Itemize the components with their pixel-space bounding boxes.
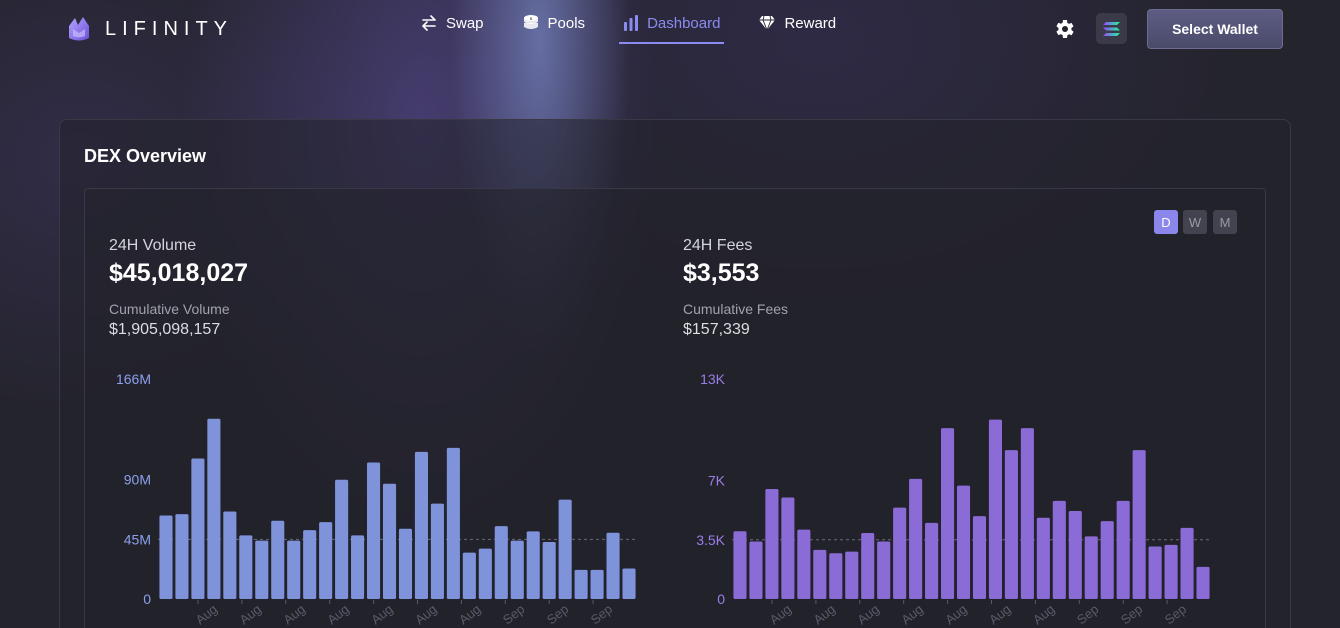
fees-bar[interactable] <box>861 533 875 599</box>
fees-bar[interactable] <box>797 529 811 599</box>
fees-bar[interactable] <box>988 419 1002 599</box>
fees-x-tick-label: Sep <box>1162 601 1189 627</box>
fees-x-tick-label: Sep <box>1074 601 1101 627</box>
fees-bar[interactable] <box>733 531 747 599</box>
fees-bar[interactable] <box>1084 536 1098 599</box>
fees-x-tick-label: Aug <box>942 601 969 627</box>
fees-bar[interactable] <box>813 549 827 599</box>
fees-x-tick-label: Aug <box>767 601 794 627</box>
fees-bar[interactable] <box>1180 527 1194 599</box>
fees-bar[interactable] <box>1164 544 1178 599</box>
fees-x-tick-label: Aug <box>898 601 925 627</box>
fees-bar[interactable] <box>1196 566 1210 599</box>
fees-y-tick-label: 7K <box>708 473 726 489</box>
fees-bar[interactable] <box>765 489 779 599</box>
fees-x-tick-label: Aug <box>1030 601 1057 627</box>
fees-bar[interactable] <box>877 541 891 599</box>
fees-bar[interactable] <box>1148 546 1162 599</box>
fees-bar[interactable] <box>972 516 987 599</box>
fees-bar[interactable] <box>1036 517 1050 599</box>
fees-bar[interactable] <box>1100 521 1114 599</box>
fees-bar[interactable] <box>956 485 971 599</box>
fees-bar[interactable] <box>1004 450 1018 599</box>
fees-bar[interactable] <box>925 522 939 599</box>
fees-bar[interactable] <box>941 428 955 599</box>
fees-bar[interactable] <box>893 507 907 599</box>
fees-bar[interactable] <box>845 551 859 599</box>
fees-bar[interactable] <box>1132 450 1146 599</box>
fees-x-tick-label: Aug <box>986 601 1013 627</box>
fees-x-tick-label: Aug <box>811 601 838 627</box>
fees-bar[interactable] <box>909 478 923 599</box>
fees-bar[interactable] <box>781 497 795 599</box>
fees-x-tick-label: Aug <box>854 601 881 627</box>
fees-bar[interactable] <box>749 541 763 599</box>
fees-y-tick-label: 13K <box>700 371 726 387</box>
fees-bar[interactable] <box>1020 428 1034 599</box>
fees-y-tick-label: 3.5K <box>696 532 725 548</box>
fees-bar[interactable] <box>1068 511 1082 599</box>
fees-y-tick-label: 0 <box>717 591 725 607</box>
fees-bar-chart: 0 3.5K 7K 13K Aug Aug Aug Aug Aug Aug Aug Sep Sep Sep <box>696 371 1211 627</box>
fees-x-tick-label: Sep <box>1118 601 1145 627</box>
fees-bar[interactable] <box>1052 500 1066 599</box>
fees-bar[interactable] <box>829 553 843 599</box>
fees-bar[interactable] <box>1116 500 1130 599</box>
